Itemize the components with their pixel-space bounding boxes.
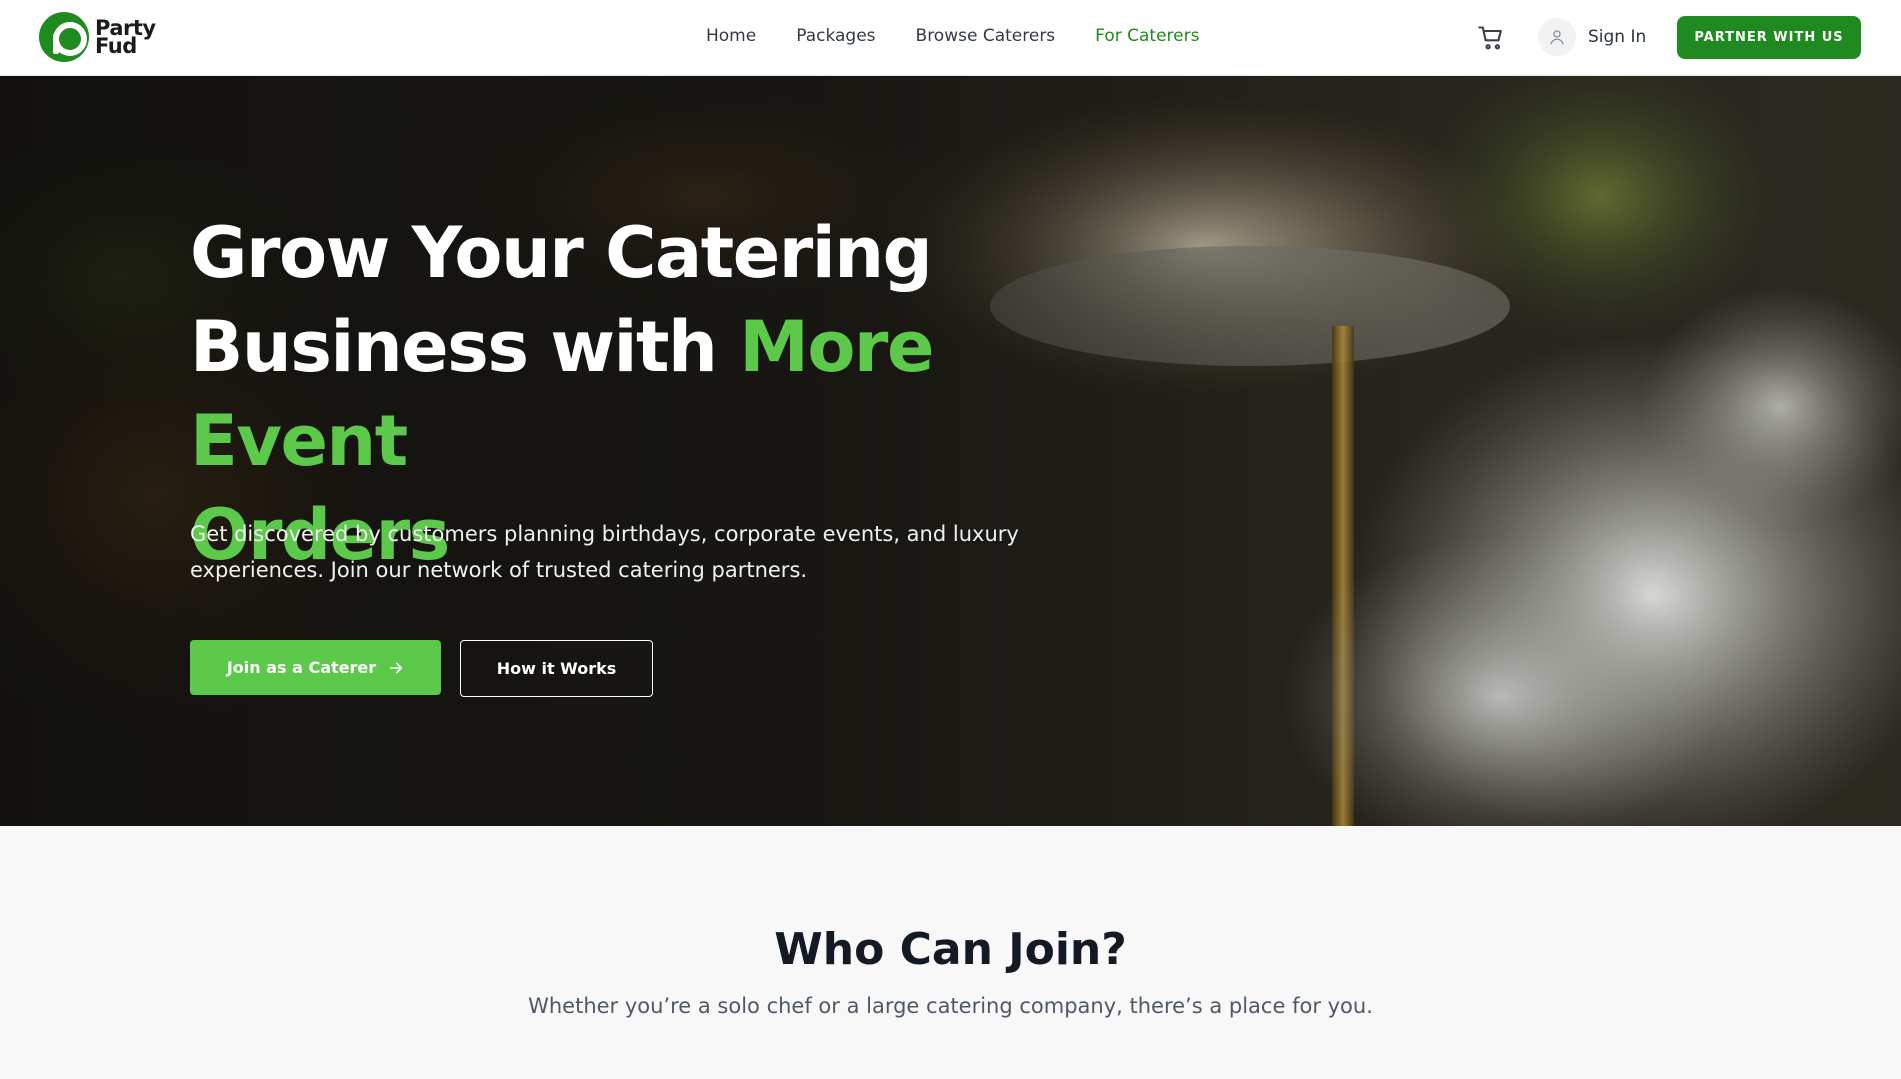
cart-icon[interactable] bbox=[1477, 24, 1505, 52]
site-header: Party Fud Home Packages Browse Caterers … bbox=[0, 0, 1901, 76]
brand-logo[interactable]: Party Fud bbox=[39, 12, 156, 62]
nav-packages[interactable]: Packages bbox=[796, 26, 875, 46]
who-can-join-subtitle: Whether you’re a solo chef or a large ca… bbox=[528, 994, 1373, 1018]
who-can-join-section: Who Can Join? Whether you’re a solo chef… bbox=[0, 826, 1901, 1079]
sign-in-link[interactable]: Sign In bbox=[1538, 18, 1646, 56]
hero-section: Grow Your Catering Business with More Ev… bbox=[0, 76, 1901, 826]
how-it-works-button[interactable]: How it Works bbox=[460, 640, 653, 697]
brand-wordmark: Party Fud bbox=[95, 18, 156, 57]
sign-in-label: Sign In bbox=[1588, 27, 1647, 47]
who-can-join-title: Who Can Join? bbox=[774, 924, 1127, 975]
logo-mark-icon bbox=[39, 12, 89, 62]
hero-title-line-1: Grow Your Catering bbox=[190, 212, 933, 294]
join-as-caterer-button[interactable]: Join as a Caterer bbox=[190, 640, 441, 695]
nav-for-caterers[interactable]: For Caterers bbox=[1095, 26, 1199, 46]
hero-subtitle: Get discovered by customers planning bir… bbox=[190, 522, 1019, 582]
nav-browse-caterers[interactable]: Browse Caterers bbox=[916, 26, 1056, 46]
join-as-caterer-label: Join as a Caterer bbox=[226, 658, 377, 677]
partner-with-us-button[interactable]: PARTNER WITH US bbox=[1677, 16, 1861, 59]
arrow-right-icon bbox=[390, 662, 403, 673]
main-nav: Home Packages Browse Caterers For Catere… bbox=[706, 26, 1239, 46]
hero-title-line-2: Business with bbox=[190, 306, 740, 388]
nav-home[interactable]: Home bbox=[706, 26, 756, 46]
user-icon bbox=[1538, 18, 1576, 56]
